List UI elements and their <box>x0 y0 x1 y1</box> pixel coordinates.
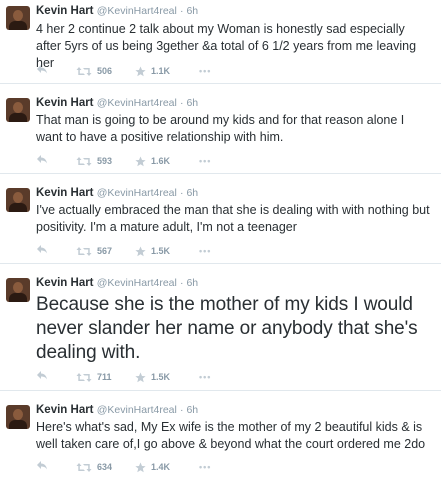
tweet-header: Kevin Hart @KevinHart4real · 6h <box>36 404 198 416</box>
user-name[interactable]: Kevin Hart <box>36 5 94 17</box>
like-count: 1.5K <box>151 246 171 256</box>
tweet-text: I've actually embraced the man that she … <box>36 203 430 234</box>
avatar[interactable] <box>6 188 30 212</box>
retweet-button[interactable]: 567 <box>76 244 112 258</box>
retweet-icon <box>76 462 92 473</box>
reply-button[interactable] <box>36 154 48 164</box>
tweet[interactable]: Kevin Hart @KevinHart4real · 6h Here's w… <box>0 391 441 479</box>
retweet-count: 567 <box>97 246 113 256</box>
reply-icon <box>36 370 48 380</box>
tweet[interactable]: Kevin Hart @KevinHart4real · 6h 4 her 2 … <box>0 0 441 84</box>
like-button[interactable]: 1.6K <box>135 154 170 168</box>
tweet[interactable]: Kevin Hart @KevinHart4real · 6h That man… <box>0 84 441 174</box>
tweet-text: Here's what's sad, My Ex wife is the mot… <box>36 420 426 451</box>
retweet-button[interactable]: 593 <box>76 154 112 168</box>
user-handle[interactable]: @KevinHart4real <box>97 187 177 199</box>
tweet-header: Kevin Hart @KevinHart4real · 6h <box>36 277 198 289</box>
like-button[interactable]: 1.5K <box>135 244 170 258</box>
tweet[interactable]: Kevin Hart @KevinHart4real · 6h Because … <box>0 264 441 391</box>
star-icon <box>135 462 146 473</box>
timestamp[interactable]: · 6h <box>180 97 198 109</box>
tweet[interactable]: Kevin Hart @KevinHart4real · 6h I've act… <box>0 174 441 264</box>
like-count: 1.5K <box>151 372 171 382</box>
user-name[interactable]: Kevin Hart <box>36 97 94 109</box>
retweet-count: 593 <box>97 156 113 166</box>
timestamp[interactable]: · 6h <box>180 187 198 199</box>
tweet-text: Because she is the mother of my kids I w… <box>36 294 418 363</box>
retweet-button[interactable]: 506 <box>76 64 112 78</box>
user-handle[interactable]: @KevinHart4real <box>97 5 177 17</box>
star-icon <box>135 156 146 167</box>
tweet-feed: Kevin Hart @KevinHart4real · 6h 4 her 2 … <box>0 0 441 479</box>
more-button[interactable]: ••• <box>199 64 211 78</box>
like-button[interactable]: 1.4K <box>135 460 170 474</box>
star-icon <box>135 66 146 77</box>
retweet-button[interactable]: 711 <box>76 370 112 384</box>
avatar[interactable] <box>6 98 30 122</box>
star-icon <box>135 372 146 383</box>
retweet-count: 506 <box>97 66 113 76</box>
user-name[interactable]: Kevin Hart <box>36 277 94 289</box>
user-handle[interactable]: @KevinHart4real <box>97 97 177 109</box>
tweet-header: Kevin Hart @KevinHart4real · 6h <box>36 187 198 199</box>
timestamp[interactable]: · 6h <box>180 404 198 416</box>
timestamp[interactable]: · 6h <box>180 5 198 17</box>
like-count: 1.1K <box>151 66 171 76</box>
star-icon <box>135 246 146 257</box>
more-icon: ••• <box>199 156 212 166</box>
reply-icon <box>36 154 48 164</box>
tweet-header: Kevin Hart @KevinHart4real · 6h <box>36 97 198 109</box>
like-button[interactable]: 1.1K <box>135 64 170 78</box>
avatar[interactable] <box>6 405 30 429</box>
retweet-icon <box>76 372 92 383</box>
like-button[interactable]: 1.5K <box>135 370 170 384</box>
retweet-button[interactable]: 634 <box>76 460 112 474</box>
like-count: 1.4K <box>151 462 171 472</box>
user-handle[interactable]: @KevinHart4real <box>97 277 177 289</box>
like-count: 1.6K <box>151 156 171 166</box>
user-name[interactable]: Kevin Hart <box>36 187 94 199</box>
avatar[interactable] <box>6 278 30 302</box>
tweet-text: That man is going to be around my kids a… <box>36 113 405 144</box>
reply-button[interactable] <box>36 370 48 380</box>
retweet-count: 711 <box>97 372 112 382</box>
retweet-count: 634 <box>97 462 113 472</box>
avatar[interactable] <box>6 6 30 30</box>
more-button[interactable]: ••• <box>199 154 211 168</box>
more-button[interactable]: ••• <box>199 370 211 384</box>
more-icon: ••• <box>199 66 212 76</box>
tweet-header: Kevin Hart @KevinHart4real · 6h <box>36 5 198 17</box>
retweet-icon <box>76 246 92 257</box>
reply-button[interactable] <box>36 64 48 74</box>
more-icon: ••• <box>199 462 212 472</box>
reply-icon <box>36 64 48 74</box>
user-name[interactable]: Kevin Hart <box>36 404 94 416</box>
reply-icon <box>36 244 48 254</box>
retweet-icon <box>76 156 92 167</box>
retweet-icon <box>76 66 92 77</box>
timestamp[interactable]: · 6h <box>180 277 198 289</box>
more-button[interactable]: ••• <box>199 460 211 474</box>
more-icon: ••• <box>199 246 212 256</box>
reply-button[interactable] <box>36 460 48 470</box>
more-icon: ••• <box>199 372 212 382</box>
user-handle[interactable]: @KevinHart4real <box>97 404 177 416</box>
more-button[interactable]: ••• <box>199 244 211 258</box>
reply-icon <box>36 460 48 470</box>
reply-button[interactable] <box>36 244 48 254</box>
